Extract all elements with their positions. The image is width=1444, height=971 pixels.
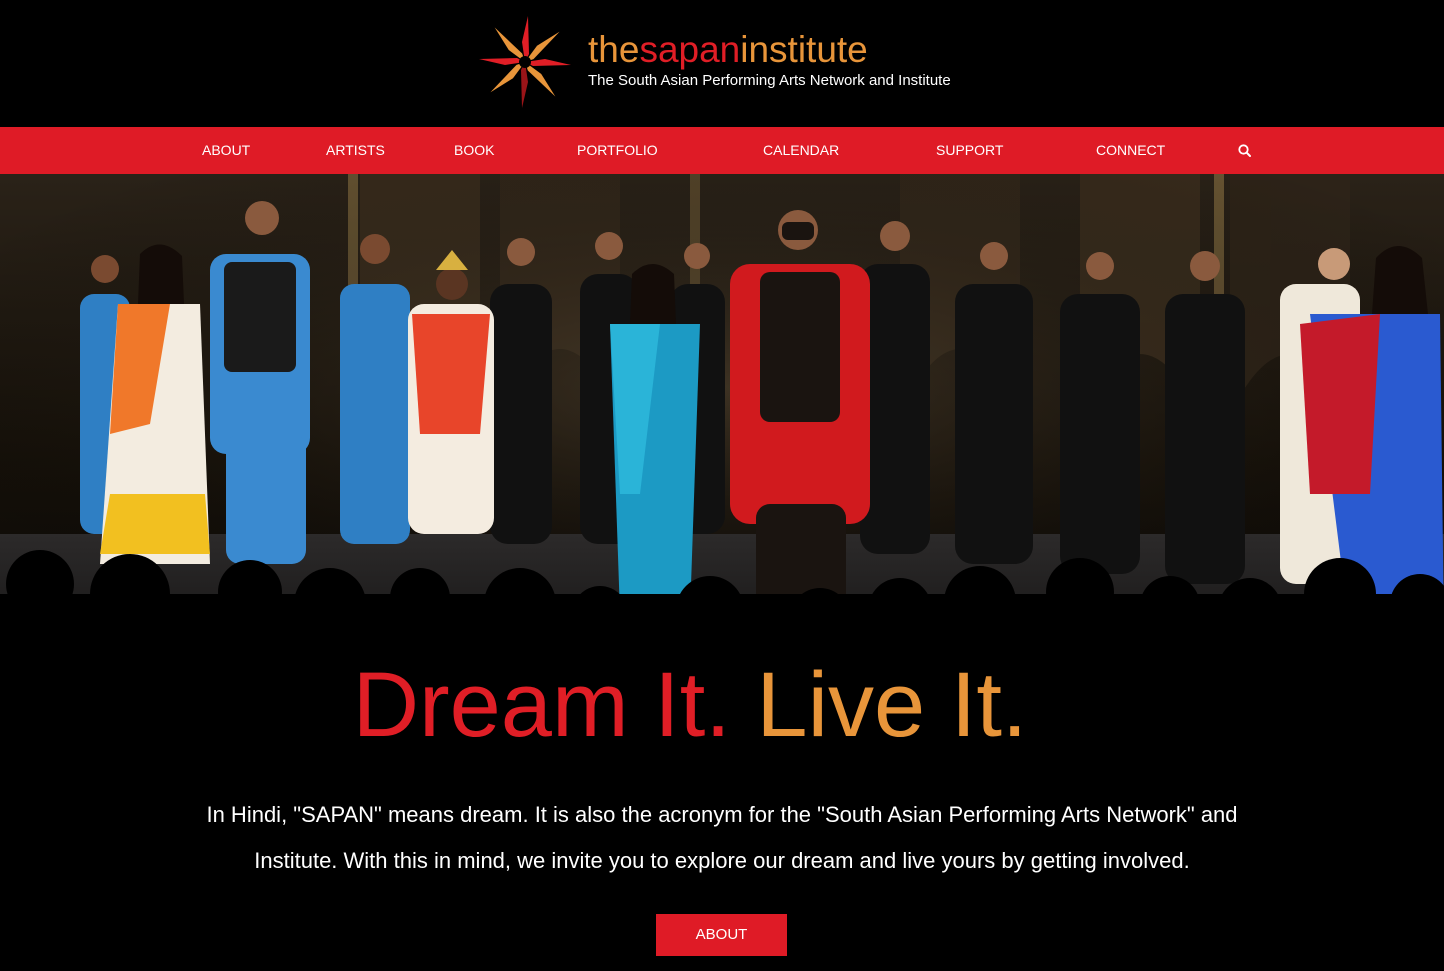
wordmark-sapan: sapan — [639, 29, 741, 70]
home-logo-link[interactable]: thesapaninstitute The South Asian Perfor… — [474, 12, 974, 114]
main-nav: ABOUT ARTISTS BOOK PORTFOLIO CALENDAR SU… — [0, 127, 1444, 174]
headline: Dream It. Live It. — [0, 650, 1444, 760]
brand-tagline: The South Asian Performing Arts Network … — [588, 72, 951, 89]
wordmark-institute: institute — [740, 29, 868, 70]
search-icon[interactable] — [1236, 142, 1254, 160]
nav-item-support[interactable]: SUPPORT — [936, 127, 1003, 174]
stage-curtain-call-photo — [0, 174, 1444, 648]
nav-item-artists[interactable]: ARTISTS — [326, 127, 385, 174]
nav-item-about[interactable]: ABOUT — [202, 127, 250, 174]
headline-dream: Dream It. — [352, 654, 731, 756]
intro-paragraph: In Hindi, "SAPAN" means dream. It is als… — [206, 802, 1238, 873]
wordmark-the: the — [588, 29, 640, 70]
hero-image — [0, 174, 1444, 648]
brand-wordmark: thesapaninstitute — [588, 28, 868, 72]
starburst-logo-icon — [479, 16, 571, 108]
nav-item-connect[interactable]: CONNECT — [1096, 127, 1165, 174]
site-header: thesapaninstitute The South Asian Perfor… — [0, 0, 1444, 127]
nav-item-book[interactable]: BOOK — [454, 127, 494, 174]
headline-live: Live It. — [756, 654, 1028, 756]
about-button[interactable]: ABOUT — [656, 914, 787, 956]
nav-item-portfolio[interactable]: PORTFOLIO — [577, 127, 658, 174]
nav-item-calendar[interactable]: CALENDAR — [763, 127, 839, 174]
